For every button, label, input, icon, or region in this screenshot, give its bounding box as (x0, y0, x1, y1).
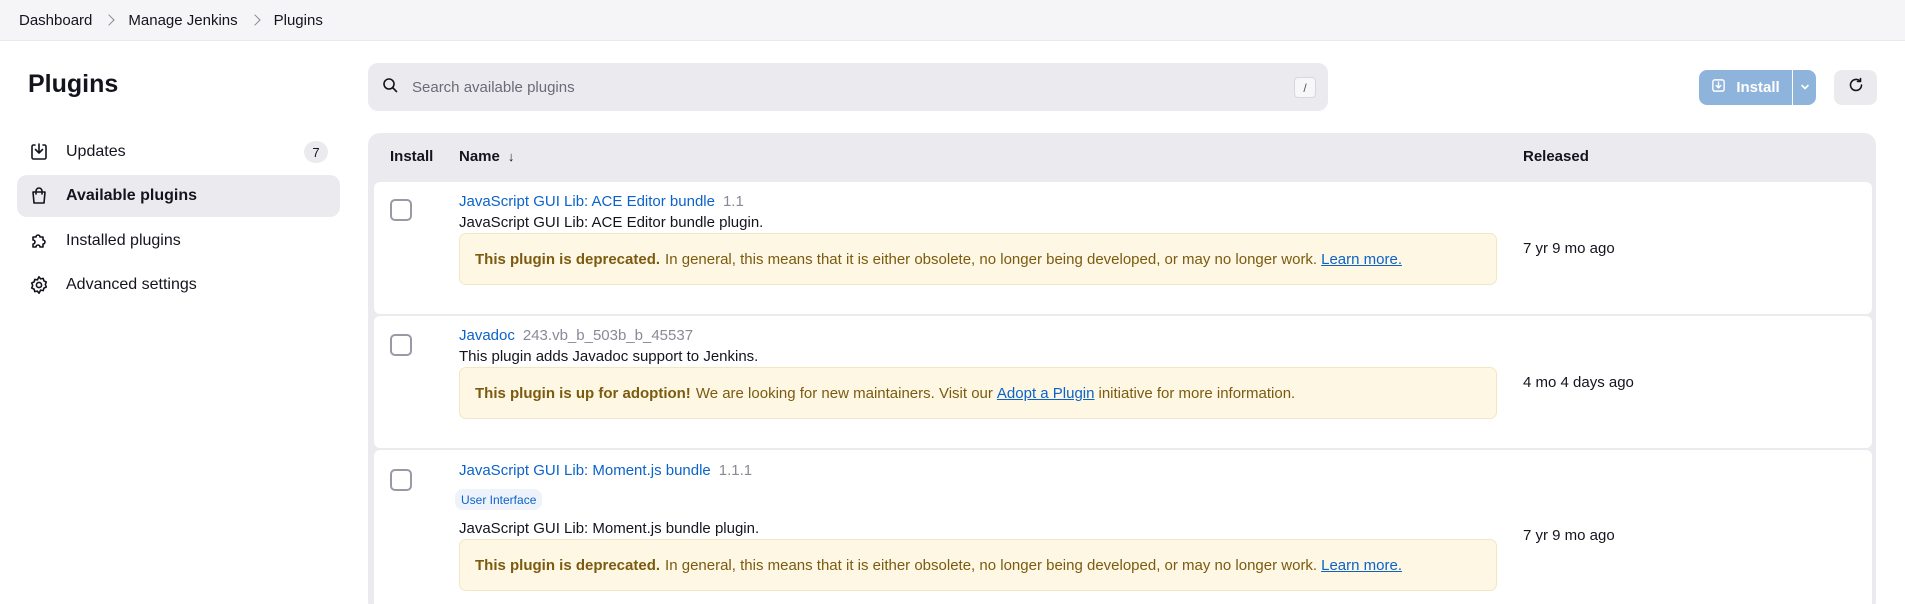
search-input[interactable] (412, 78, 1272, 96)
notice-text: We are looking for new maintainers. Visi… (695, 384, 993, 402)
released-date: 7 yr 9 mo ago (1523, 240, 1615, 257)
notice-text: In general, this means that it is either… (665, 556, 1318, 574)
sidebar-item-updates[interactable]: Updates 7 (17, 131, 340, 173)
sidebar-item-installed-plugins[interactable]: Installed plugins (17, 220, 340, 262)
column-header-released: Released (1523, 148, 1589, 165)
adoption-notice: This plugin is up for adoption! We are l… (459, 367, 1497, 419)
column-header-install: Install (390, 148, 434, 165)
sidebar-item-label: Advanced settings (66, 276, 197, 293)
search-box[interactable]: / (368, 63, 1328, 111)
released-date: 4 mo 4 days ago (1523, 374, 1634, 391)
deprecation-notice: This plugin is deprecated. In general, t… (459, 539, 1497, 591)
plugin-name-link[interactable]: JavaScript GUI Lib: Moment.js bundle 1.1.… (459, 462, 752, 479)
breadcrumb-dashboard[interactable]: Dashboard (19, 12, 92, 29)
sidebar-item-advanced-settings[interactable]: Advanced settings (17, 264, 340, 306)
install-checkbox[interactable] (390, 199, 412, 221)
download-icon (28, 141, 50, 163)
install-checkbox[interactable] (390, 469, 412, 491)
sidebar-item-label: Installed plugins (66, 232, 181, 249)
search-shortcut-hint: / (1294, 77, 1316, 98)
install-button-label: Install (1736, 79, 1780, 96)
refresh-icon (1848, 77, 1864, 98)
install-checkbox[interactable] (390, 334, 412, 356)
released-date: 7 yr 9 mo ago (1523, 527, 1615, 544)
install-icon (1711, 78, 1726, 97)
install-button[interactable]: Install (1699, 70, 1792, 105)
plugin-name[interactable]: JavaScript GUI Lib: ACE Editor bundle (459, 193, 715, 210)
chevron-down-icon (1800, 79, 1810, 97)
adopt-a-plugin-link[interactable]: Adopt a Plugin (997, 385, 1095, 402)
plugin-name[interactable]: Javadoc (459, 327, 515, 344)
plugin-version: 1.1.1 (718, 462, 753, 479)
breadcrumb: Dashboard Manage Jenkins Plugins (0, 0, 1905, 41)
updates-count-badge: 7 (304, 141, 328, 163)
notice-title: This plugin is up for adoption! (475, 384, 691, 402)
gear-icon (28, 274, 50, 296)
chevron-right-icon (248, 14, 261, 26)
shopping-bag-icon (28, 185, 50, 207)
learn-more-link[interactable]: Learn more. (1321, 251, 1402, 268)
plugin-description: JavaScript GUI Lib: ACE Editor bundle pl… (459, 214, 764, 231)
refresh-button[interactable] (1834, 70, 1877, 105)
sort-descending-icon: ↓ (507, 149, 515, 164)
search-icon (382, 77, 398, 98)
plugin-version: 243.vb_b_503b_b_45537 (522, 327, 694, 344)
sidebar-item-label: Available plugins (66, 187, 197, 204)
notice-tail: initiative for more information. (1098, 384, 1296, 402)
plugin-name[interactable]: JavaScript GUI Lib: Moment.js bundle (459, 462, 711, 479)
notice-title: This plugin is deprecated. (475, 556, 661, 574)
puzzle-icon (28, 230, 50, 252)
plugin-name-link[interactable]: Javadoc 243.vb_b_503b_b_45537 (459, 327, 693, 344)
column-header-name-label: Name (459, 148, 500, 165)
plugin-description: JavaScript GUI Lib: Moment.js bundle plu… (459, 520, 760, 537)
page-title: Plugins (28, 70, 119, 98)
install-options-dropdown[interactable] (1793, 70, 1816, 105)
sidebar-item-available-plugins[interactable]: Available plugins (17, 175, 340, 217)
learn-more-link[interactable]: Learn more. (1321, 557, 1402, 574)
chevron-right-icon (103, 14, 116, 26)
plugin-version: 1.1 (722, 193, 744, 210)
plugin-description: This plugin adds Javadoc support to Jenk… (459, 348, 759, 365)
breadcrumb-plugins[interactable]: Plugins (274, 12, 323, 29)
plugin-name-link[interactable]: JavaScript GUI Lib: ACE Editor bundle 1.1 (459, 193, 744, 210)
column-header-name[interactable]: Name ↓ (459, 148, 514, 165)
notice-text: In general, this means that it is either… (665, 250, 1318, 268)
breadcrumb-manage-jenkins[interactable]: Manage Jenkins (128, 12, 237, 29)
sidebar-item-label: Updates (66, 143, 126, 160)
deprecation-notice: This plugin is deprecated. In general, t… (459, 233, 1497, 285)
category-tag[interactable]: User Interface (455, 489, 543, 510)
notice-title: This plugin is deprecated. (475, 250, 661, 268)
